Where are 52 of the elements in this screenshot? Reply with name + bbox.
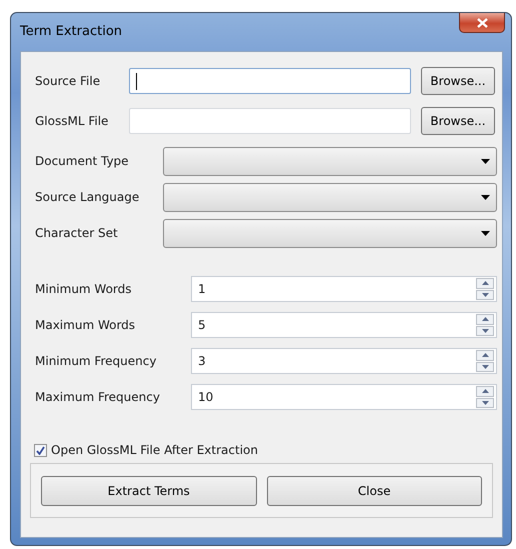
spin-down-button[interactable] [476, 398, 494, 408]
text-cursor [136, 72, 137, 90]
field-label: Document Type [35, 154, 130, 168]
number-value: 1 [198, 282, 207, 296]
dropdown-arrow-icon [481, 194, 490, 200]
spin-up-button[interactable] [476, 386, 494, 396]
close-dialog-button[interactable]: Close [266, 476, 482, 506]
number-value: 10 [198, 390, 214, 404]
down-arrow-icon [482, 328, 488, 333]
field-label: Minimum Frequency [35, 354, 158, 368]
field-label: Character Set [35, 226, 119, 240]
check-icon [36, 446, 45, 454]
dropdown-arrow-icon [481, 230, 490, 236]
checkbox[interactable] [34, 444, 47, 456]
spin-up-button[interactable] [476, 350, 494, 360]
extract-button[interactable]: Extract Terms [41, 476, 256, 506]
dropdown[interactable] [163, 218, 497, 248]
spin-up-button[interactable] [476, 314, 494, 324]
down-arrow-icon [482, 364, 488, 369]
field-label: Maximum Words [35, 318, 136, 332]
number-spinner[interactable]: 3 [191, 348, 497, 374]
dropdown[interactable] [163, 146, 497, 176]
number-spinner[interactable]: 10 [191, 384, 497, 410]
window-title: Term Extraction [20, 24, 122, 39]
field-label: GlossML File [35, 114, 110, 128]
field-label: Minimum Words [35, 282, 133, 296]
close-button[interactable] [459, 13, 505, 33]
up-arrow-icon [482, 317, 488, 322]
number-spinner[interactable]: 5 [191, 312, 497, 338]
field-label: Maximum Frequency [35, 390, 161, 404]
up-arrow-icon [482, 389, 488, 394]
spin-down-button[interactable] [476, 326, 494, 336]
close-icon [476, 18, 488, 28]
field-label: Source File [35, 74, 102, 88]
file-path-field[interactable] [129, 108, 411, 134]
down-arrow-icon [482, 400, 488, 405]
number-spinner[interactable]: 1 [191, 276, 497, 302]
dropdown-arrow-icon [481, 158, 490, 164]
number-value: 5 [198, 318, 207, 332]
browse-button[interactable]: Browse... [421, 107, 495, 135]
checkbox-label: Open GlossML File After Extraction [51, 443, 258, 457]
dropdown[interactable] [163, 182, 497, 212]
number-value: 3 [198, 354, 207, 368]
field-label: Source Language [35, 190, 140, 204]
spin-down-button[interactable] [476, 290, 494, 300]
up-arrow-icon [482, 353, 488, 358]
browse-button[interactable]: Browse... [421, 67, 495, 95]
up-arrow-icon [482, 281, 488, 286]
spin-down-button[interactable] [476, 362, 494, 372]
file-path-field[interactable] [129, 68, 411, 94]
spin-up-button[interactable] [476, 278, 494, 288]
down-arrow-icon [482, 292, 488, 297]
